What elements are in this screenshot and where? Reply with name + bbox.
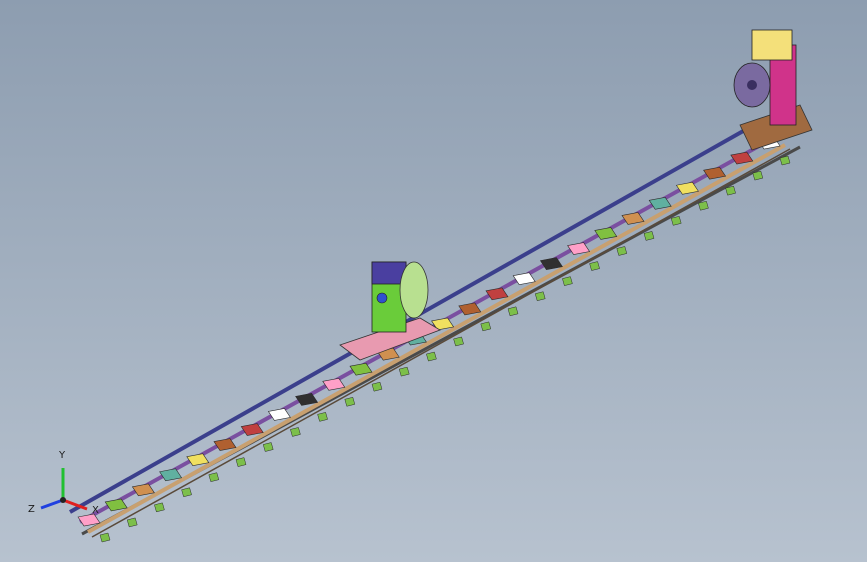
sleeper: [594, 227, 618, 240]
support-foot: [317, 412, 328, 422]
support-foot: [507, 306, 519, 317]
headstock-positioner[interactable]: [733, 29, 813, 151]
support-foot: [371, 381, 383, 392]
sleeper: [703, 166, 727, 180]
tail-spindle: [376, 292, 388, 304]
support-foot: [344, 396, 356, 407]
sleeper: [213, 438, 237, 451]
support-foot: [262, 442, 274, 452]
support-foot: [426, 351, 437, 362]
sleeper: [730, 151, 754, 165]
sleeper: [267, 408, 291, 421]
sleeper: [512, 272, 536, 286]
support-foot: [398, 366, 410, 377]
triad-x-label: X: [92, 505, 99, 516]
orientation-triad[interactable]: [40, 468, 88, 511]
tail-faceplate: [399, 261, 429, 319]
sleeper: [322, 377, 346, 391]
triad-origin: [60, 497, 66, 503]
support-foot: [290, 427, 301, 437]
sleeper: [240, 423, 264, 436]
triad-z-label: Z: [28, 504, 35, 515]
support-foot: [643, 231, 655, 241]
model-view[interactable]: [0, 0, 867, 562]
sleeper: [349, 362, 373, 376]
rail-front: [87, 143, 786, 534]
head-spindle: [747, 80, 757, 90]
support-foot: [208, 472, 220, 482]
sleeper: [131, 483, 155, 497]
sleeper: [621, 212, 645, 225]
rail-back: [69, 128, 746, 514]
cad-viewport[interactable]: Y X Z: [0, 0, 867, 562]
sleeper: [485, 287, 509, 301]
support-foot: [616, 246, 628, 256]
support-foot: [534, 291, 546, 302]
sleeper: [104, 498, 128, 512]
sleeper: [567, 242, 591, 255]
support-foot: [562, 276, 573, 286]
support-foot: [589, 261, 600, 271]
support-foot: [154, 502, 165, 513]
sleeper: [159, 468, 183, 482]
support-foot: [453, 336, 464, 347]
support-foot: [99, 532, 111, 543]
sleeper: [675, 181, 699, 195]
sleeper: [295, 393, 319, 406]
triad-z-axis: [40, 498, 64, 510]
rail-edge: [91, 148, 791, 538]
head-gearbox: [751, 29, 793, 61]
support-foot: [235, 457, 247, 467]
support-foot: [670, 216, 682, 226]
sleeper: [186, 453, 210, 467]
triad-y-label: Y: [59, 450, 66, 461]
sleeper: [539, 257, 563, 270]
support-foot: [126, 517, 138, 528]
sleeper: [458, 302, 482, 316]
support-foot: [181, 487, 192, 498]
support-foot: [480, 321, 492, 332]
sleeper: [648, 196, 672, 210]
